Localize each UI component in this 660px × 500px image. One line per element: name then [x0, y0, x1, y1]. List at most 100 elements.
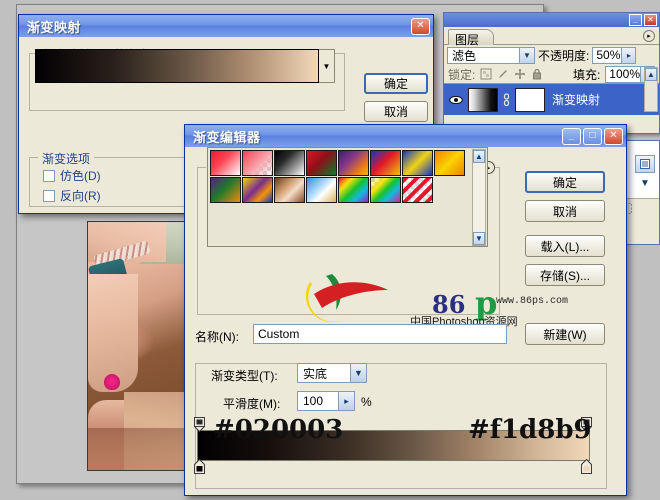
opacity-value: 50%	[596, 48, 621, 62]
move-lock-icon[interactable]	[514, 68, 526, 80]
presets-grid[interactable]	[210, 150, 466, 204]
close-icon[interactable]: ✕	[411, 17, 430, 35]
cancel-button-label: 取消	[383, 105, 408, 119]
gradient-name-input[interactable]: Custom	[253, 324, 507, 344]
layer-row-gradient-map[interactable]: 渐变映射	[444, 83, 659, 115]
lock-label: 锁定:	[448, 67, 476, 82]
eye-icon[interactable]	[448, 90, 464, 110]
gradient-editor-dialog[interactable]: 渐变编辑器 _ □ ✕ 预设 ▸	[184, 124, 627, 496]
save-button[interactable]: 存储(S)...	[525, 264, 605, 286]
layers-scrollbar[interactable]: ▲	[644, 67, 658, 112]
preset-swatch[interactable]	[338, 177, 369, 203]
ok-button[interactable]: 确定	[364, 73, 428, 94]
preset-swatch[interactable]	[210, 150, 241, 176]
preset-swatch[interactable]	[274, 177, 305, 203]
opacity-slider-icon[interactable]: ▸	[621, 47, 636, 63]
scroll-up-icon[interactable]: ▲	[473, 150, 485, 163]
gradient-editor-titlebar[interactable]: 渐变编辑器 _ □ ✕	[185, 125, 626, 147]
preset-swatch[interactable]	[274, 150, 305, 176]
load-button-label: 载入(L)...	[540, 239, 590, 254]
minimize-icon[interactable]: _	[562, 127, 581, 145]
start-color-hex-label: #020003	[213, 415, 344, 445]
presets-scrollbar[interactable]: ▲ ▼	[472, 149, 486, 246]
opacity-field[interactable]: 50% ▸	[592, 46, 637, 64]
watermark-url: www.86ps.com	[496, 296, 569, 307]
dither-checkbox[interactable]: 仿色(D)	[43, 167, 101, 184]
checkbox-box[interactable]	[43, 189, 55, 202]
presets-swatch-panel[interactable]: 86 p www.86ps.com 中国Photoshop资源网 ▲ ▼	[207, 147, 568, 328]
smoothness-value: 100	[303, 394, 324, 408]
reverse-label: 反向(R)	[60, 189, 101, 203]
layer-name-label: 渐变映射	[552, 93, 601, 107]
blend-opacity-row: 滤色 ▼ 不透明度: 50% ▸	[444, 45, 659, 65]
load-button[interactable]: 载入(L)...	[525, 235, 605, 257]
gradient-picker-dropdown-icon[interactable]: ▼	[319, 49, 335, 83]
layer-mask-thumbnail[interactable]	[515, 87, 545, 112]
blend-mode-value: 滤色	[452, 48, 477, 63]
preset-swatch[interactable]	[306, 177, 337, 203]
color-stop-start[interactable]	[194, 458, 205, 474]
layers-palette-titlebar[interactable]: _ ✕	[444, 13, 659, 27]
end-color-hex-label: #f1d8b9	[468, 415, 592, 445]
preset-swatch[interactable]	[242, 177, 273, 203]
close-icon[interactable]: ✕	[604, 127, 623, 145]
gradient-type-label: 渐变类型(T):	[211, 369, 278, 383]
preset-swatch[interactable]	[338, 150, 369, 176]
smoothness-input[interactable]: 100 ▸	[297, 391, 355, 411]
brush-lock-icon[interactable]	[497, 68, 509, 80]
chevron-down-icon[interactable]: ▼	[350, 364, 366, 382]
lock-row: 锁定: 填充: 100% ▸	[444, 65, 659, 83]
opacity-stop-start[interactable]	[193, 417, 206, 433]
layer-thumbnail[interactable]	[468, 87, 498, 112]
gradient-editor-title: 渐变编辑器	[193, 129, 261, 145]
smoothness-unit: %	[361, 395, 372, 409]
scroll-down-icon[interactable]: ▼	[473, 232, 485, 245]
cancel-button[interactable]: 取消	[525, 200, 605, 222]
save-button-label: 存储(S)...	[540, 268, 590, 283]
checkbox-box[interactable]	[43, 169, 55, 182]
new-preset-label: 新建(W)	[543, 327, 587, 342]
gradient-type-select[interactable]: 实底 ▼	[297, 363, 367, 383]
gradient-type-value: 实底	[303, 366, 328, 381]
close-icon[interactable]: ✕	[644, 14, 657, 26]
gradient-map-titlebar[interactable]: 渐变映射 ✕	[19, 15, 433, 37]
fill-value: 100%	[609, 67, 640, 81]
minimize-icon[interactable]: _	[629, 14, 642, 26]
new-preset-button[interactable]: 新建(W)	[525, 323, 605, 345]
gradient-preview-swatch[interactable]	[35, 49, 319, 83]
preset-swatch[interactable]	[434, 150, 465, 176]
ok-button-label: 确定	[552, 175, 577, 190]
ok-button[interactable]: 确定	[525, 171, 605, 193]
gradient-name-value: Custom	[258, 327, 300, 341]
preset-swatch[interactable]	[210, 177, 241, 203]
cancel-button[interactable]: 取消	[364, 101, 428, 122]
transparency-lock-icon[interactable]	[480, 68, 492, 80]
preset-swatch[interactable]	[402, 177, 433, 203]
scroll-up-icon[interactable]: ▲	[645, 68, 657, 81]
photo-nail	[104, 374, 120, 390]
dither-label: 仿色(D)	[60, 169, 101, 183]
palette-menu-icon[interactable]: ▸	[643, 30, 655, 42]
layers-tab-row[interactable]: 图层 ▸	[444, 27, 659, 47]
preset-swatch[interactable]	[370, 177, 401, 203]
layers-palette[interactable]: _ ✕ 图层 ▸ 滤色 ▼ 不透明度: 50% ▸ 锁定: 填充: 100% 渐…	[443, 12, 660, 134]
all-lock-icon[interactable]	[531, 68, 543, 80]
maximize-icon[interactable]: □	[583, 127, 602, 145]
ok-button-label: 确定	[383, 77, 408, 91]
color-stop-end[interactable]	[581, 458, 592, 474]
smoothness-slider-icon[interactable]: ▸	[338, 392, 354, 410]
list-view-icon[interactable]	[635, 155, 655, 173]
fill-label: 填充:	[572, 67, 601, 82]
blend-mode-select[interactable]: 滤色 ▼	[447, 46, 535, 64]
chevron-down-icon[interactable]: ▼	[519, 47, 534, 63]
preset-swatch[interactable]	[402, 150, 433, 176]
preset-swatch[interactable]	[306, 150, 337, 176]
chevron-down-icon[interactable]: ▼	[635, 175, 655, 191]
opacity-label: 不透明度:	[538, 48, 590, 63]
reverse-checkbox[interactable]: 反向(R)	[43, 187, 101, 204]
preset-swatch[interactable]	[242, 150, 273, 176]
name-label: 名称(N):	[195, 330, 239, 344]
tab-layers[interactable]: 图层	[448, 29, 495, 47]
preset-swatch[interactable]	[370, 150, 401, 176]
link-icon[interactable]	[502, 90, 511, 110]
